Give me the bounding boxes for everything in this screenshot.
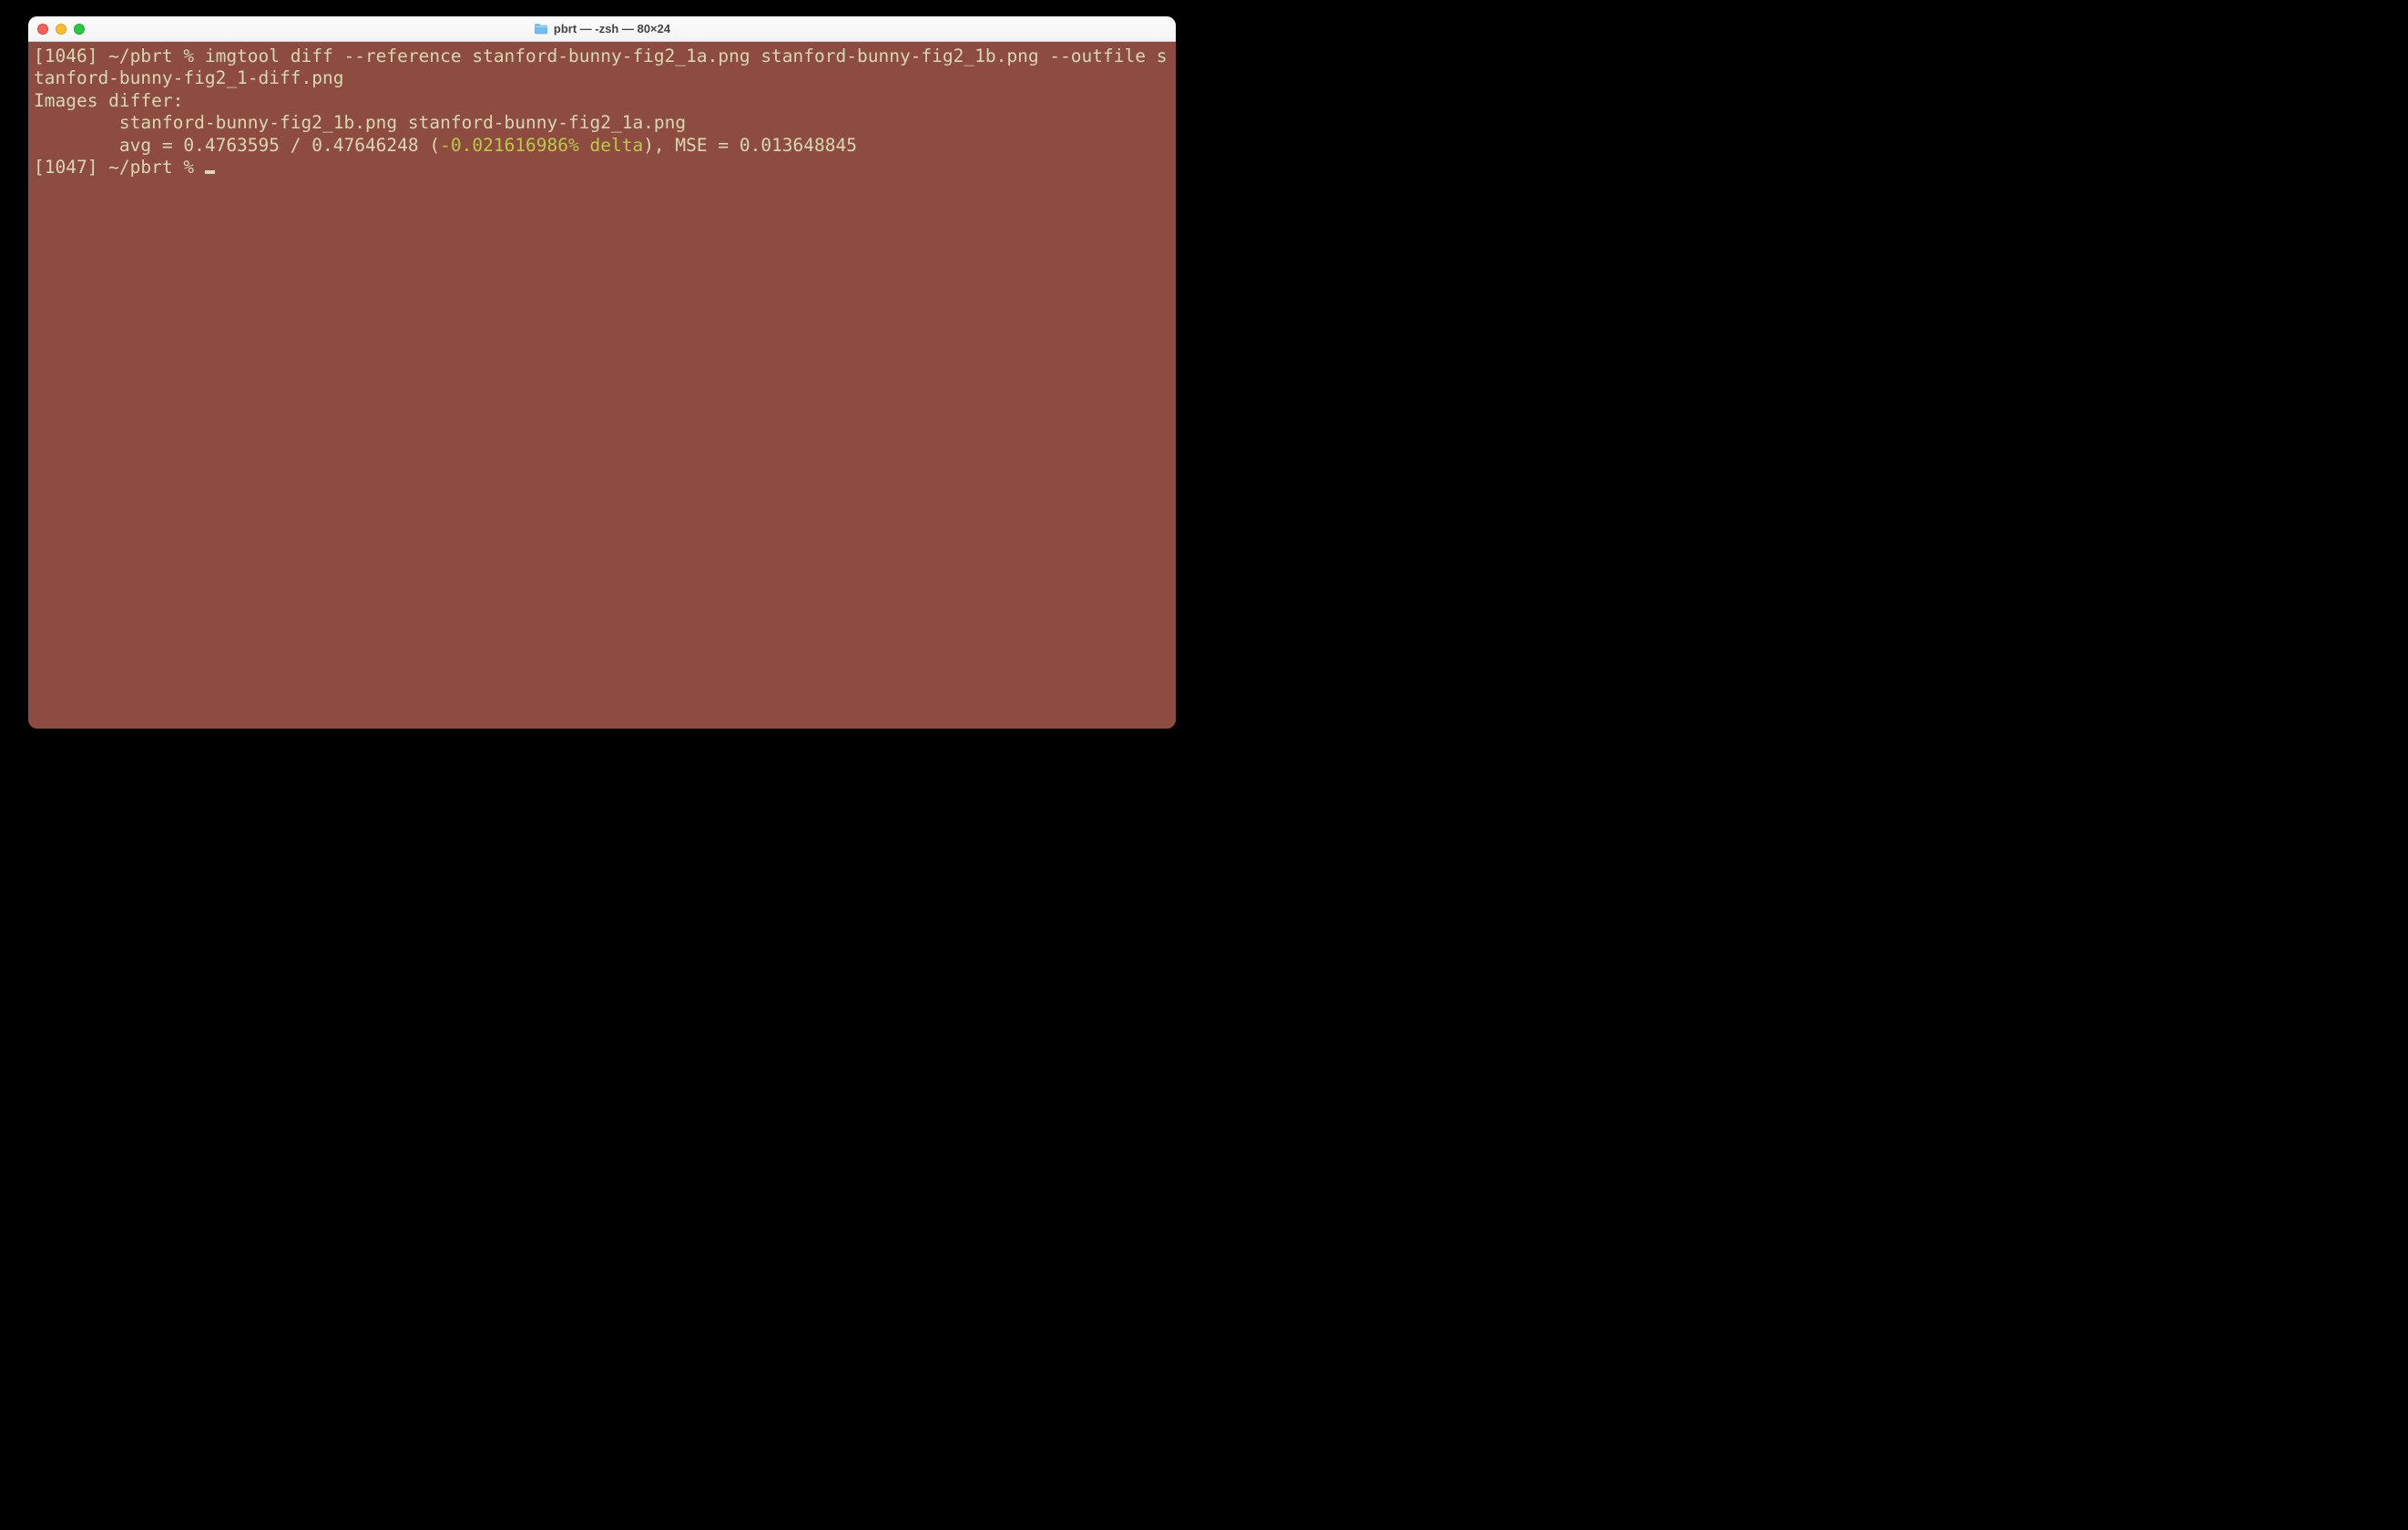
- terminal-prompt: [1047] ~/pbrt %: [34, 157, 205, 178]
- terminal-line: ), MSE = 0.013648845: [643, 135, 857, 156]
- title-center: pbrt — -zsh — 80×24: [28, 22, 1176, 36]
- terminal-window: pbrt — -zsh — 80×24 [1046] ~/pbrt % imgt…: [28, 16, 1176, 729]
- folder-icon: [534, 22, 548, 36]
- minimize-button[interactable]: [56, 24, 66, 35]
- terminal-body[interactable]: [1046] ~/pbrt % imgtool diff --reference…: [28, 42, 1176, 729]
- terminal-line: [1046] ~/pbrt % imgtool diff --reference…: [34, 46, 1167, 88]
- terminal-delta-highlight: -0.021616986% delta: [440, 135, 643, 156]
- terminal-line: stanford-bunny-fig2_1b.png stanford-bunn…: [34, 112, 686, 133]
- terminal-line: Images differ:: [34, 90, 183, 111]
- terminal-line: avg = 0.4763595 / 0.47646248 (: [34, 135, 440, 156]
- cursor: [205, 170, 215, 174]
- traffic-lights: [37, 24, 85, 35]
- titlebar[interactable]: pbrt — -zsh — 80×24: [28, 16, 1176, 42]
- maximize-button[interactable]: [74, 24, 85, 35]
- close-button[interactable]: [37, 24, 48, 35]
- window-title: pbrt — -zsh — 80×24: [554, 22, 670, 36]
